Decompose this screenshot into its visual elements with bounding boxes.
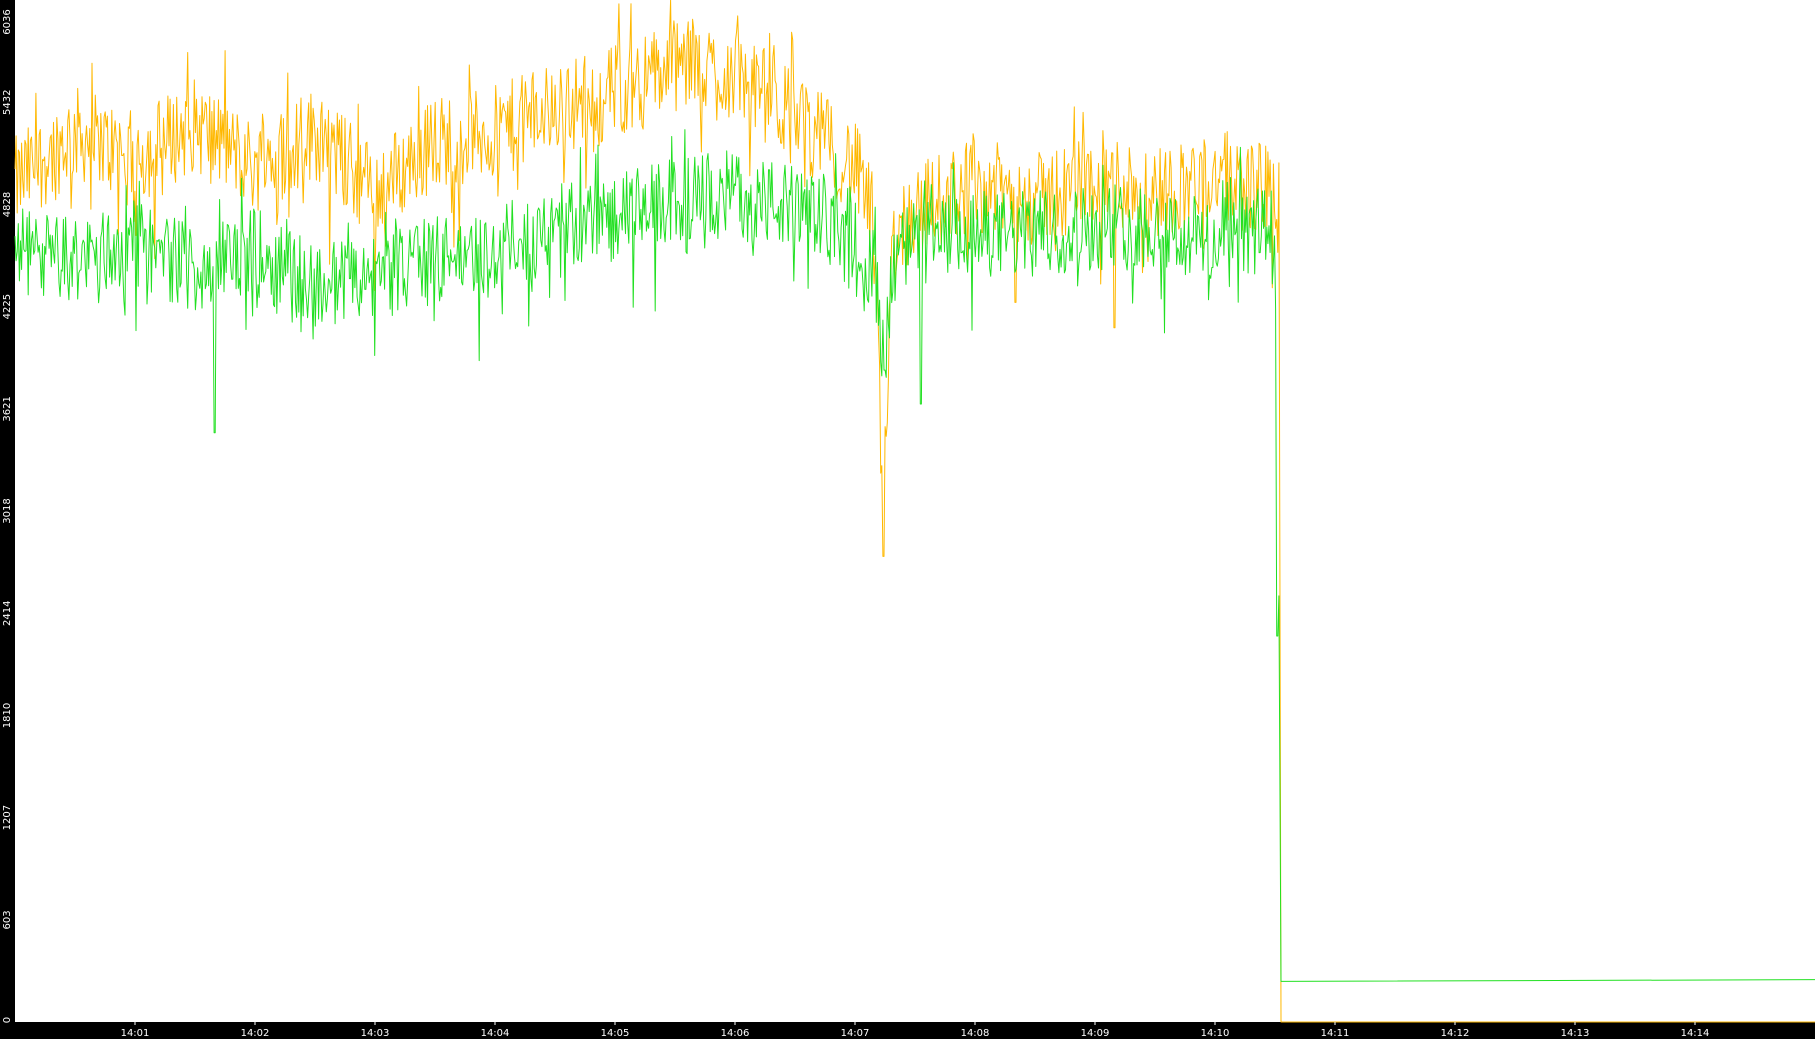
y-tick-label: 2414 xyxy=(2,601,13,626)
time-series-chart: 0 603 1207 1810 2414 3018 3621 4225 4828 5432 6036… xyxy=(2,0,1815,1039)
x-tick-label: 14:07 xyxy=(841,1028,870,1039)
x-tick-label: 14:04 xyxy=(481,1028,510,1039)
y-axis: 0 603 1207 1810 2414 3018 3621 4225 4828 5432 6036 xyxy=(2,9,13,1023)
chart-root: 0 603 1207 1810 2414 3018 3621 4225 4828 5432 6036… xyxy=(0,0,1815,1039)
x-tick-label: 14:12 xyxy=(1441,1028,1470,1039)
y-tick-label: 4828 xyxy=(2,192,13,217)
x-tick-label: 14:08 xyxy=(961,1028,990,1039)
x-tick-label: 14:02 xyxy=(241,1028,270,1039)
x-tick-label: 14:03 xyxy=(361,1028,390,1039)
x-tick-label: 14:09 xyxy=(1081,1028,1110,1039)
plot-area xyxy=(15,0,1815,1022)
x-tick-label: 14:11 xyxy=(1321,1028,1350,1039)
y-tick-label: 4225 xyxy=(2,294,13,319)
y-tick-label: 1810 xyxy=(2,703,13,728)
y-tick-label: 6036 xyxy=(2,9,13,34)
y-tick-label: 3018 xyxy=(2,498,13,523)
y-tick-label: 5432 xyxy=(2,90,13,115)
x-tick-label: 14:13 xyxy=(1561,1028,1590,1039)
x-tick-label: 14:10 xyxy=(1201,1028,1230,1039)
y-tick-label: 0 xyxy=(2,1017,13,1023)
y-tick-label: 1207 xyxy=(2,805,13,830)
x-axis: 14:01 14:02 14:03 14:04 14:05 14:06 14:07 14:08… xyxy=(121,1022,1710,1039)
x-tick-label: 14:06 xyxy=(721,1028,750,1039)
y-tick-label: 3621 xyxy=(2,396,13,421)
x-tick-label: 14:14 xyxy=(1681,1028,1710,1039)
y-tick-label: 603 xyxy=(2,910,13,929)
x-tick-label: 14:01 xyxy=(121,1028,150,1039)
x-tick-label: 14:05 xyxy=(601,1028,630,1039)
